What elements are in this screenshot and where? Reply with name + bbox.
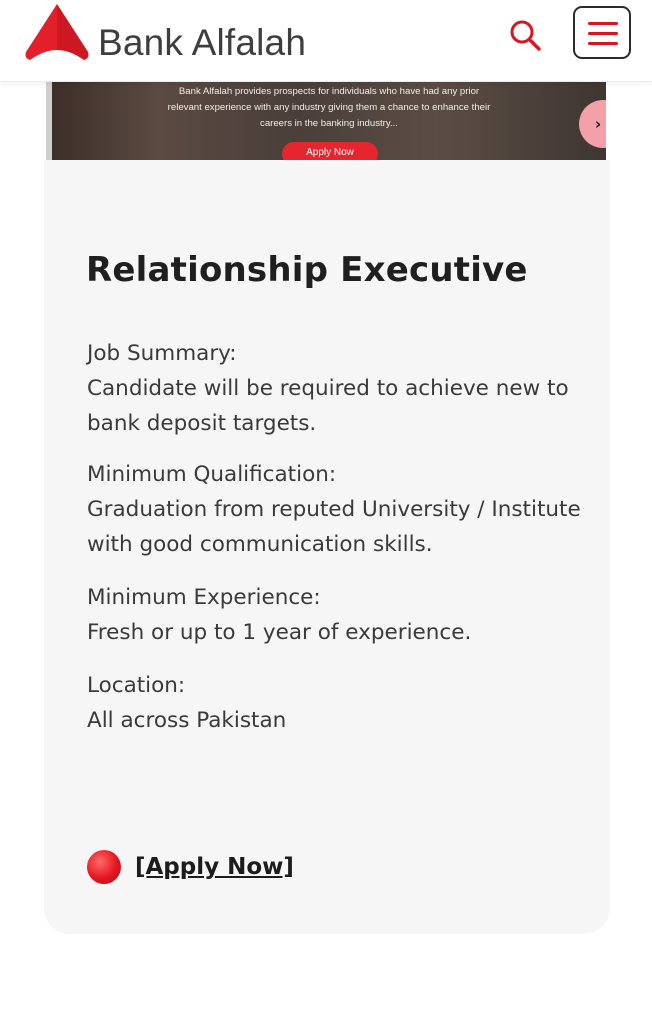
job-summary-section: Job Summary: Candidate will be required … [87, 336, 587, 441]
hamburger-menu-icon [588, 42, 618, 45]
job-card: Relationship Executive Job Summary: Cand… [44, 160, 610, 934]
qualification-label: Minimum Qualification: [87, 462, 337, 487]
qualification-section: Minimum Qualification: Graduation from r… [87, 457, 587, 562]
chevron-right-icon[interactable]: › [579, 100, 606, 148]
experience-label: Minimum Experience: [87, 585, 321, 610]
job-title: Relationship Executive [86, 250, 528, 290]
red-circle-icon [87, 850, 121, 884]
location-label: Location: [87, 673, 186, 698]
hamburger-menu-button[interactable] [573, 6, 631, 59]
bank-alfalah-logo-icon[interactable] [24, 2, 90, 64]
brand-name[interactable]: Bank Alfalah [98, 22, 306, 64]
site-header: Bank Alfalah [0, 0, 652, 82]
location-section: Location: All across Pakistan [87, 668, 587, 738]
careers-banner: Bank Alfalah provides prospects for indi… [46, 82, 606, 160]
location-value: All across Pakistan [87, 708, 287, 733]
banner-apply-button[interactable]: Apply Now [282, 142, 378, 160]
hamburger-menu-icon [588, 22, 618, 25]
apply-now-label[interactable]: [Apply Now] [135, 854, 294, 880]
search-icon[interactable] [505, 16, 545, 56]
job-summary-label: Job Summary: [87, 341, 237, 366]
experience-value: Fresh or up to 1 year of experience. [87, 620, 472, 645]
job-summary-value: Candidate will be required to achieve ne… [87, 376, 569, 436]
experience-section: Minimum Experience: Fresh or up to 1 yea… [87, 580, 587, 650]
hamburger-menu-icon [588, 32, 618, 35]
qualification-value: Graduation from reputed University / Ins… [87, 497, 581, 557]
banner-text: Bank Alfalah provides prospects for indi… [167, 86, 491, 129]
apply-now-link[interactable]: [Apply Now] [87, 850, 294, 884]
